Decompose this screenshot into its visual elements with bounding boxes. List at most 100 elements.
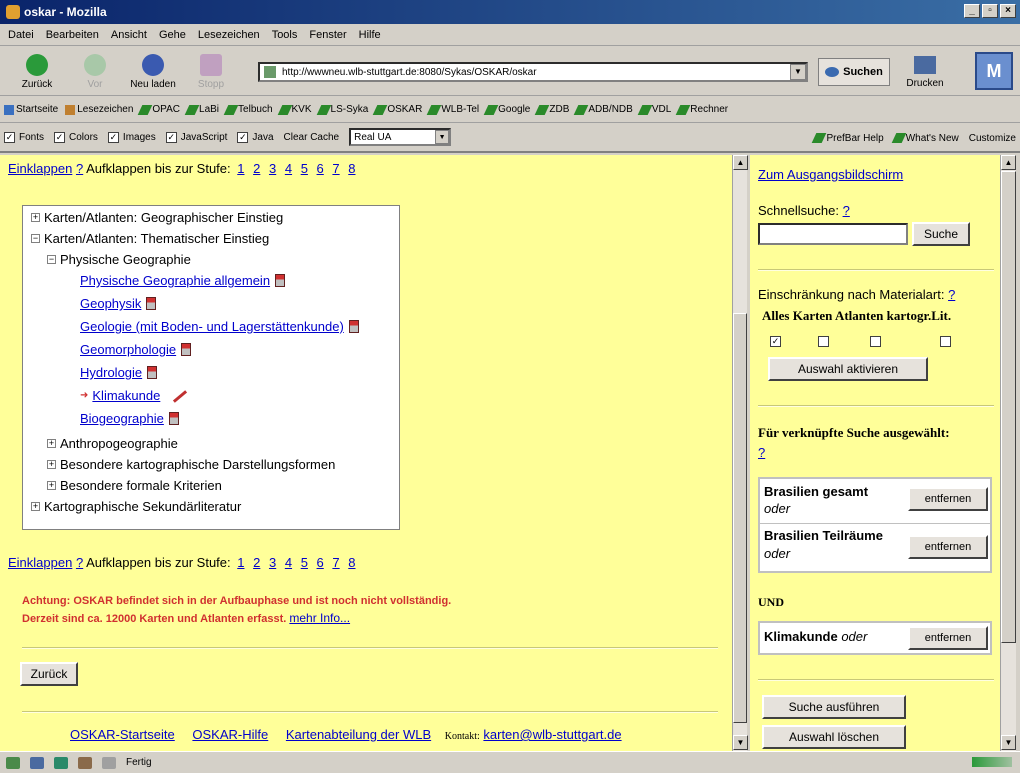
level-link[interactable]: 7 — [332, 555, 339, 570]
side-scrollbar[interactable]: ▲ ▼ — [1000, 155, 1016, 751]
reload-button[interactable]: Neu laden — [124, 48, 182, 94]
tree-leaf-link[interactable]: Hydrologie — [80, 365, 142, 380]
search-button[interactable]: Suchen — [818, 58, 890, 86]
menu-gehe[interactable]: Gehe — [159, 29, 186, 41]
level-link[interactable]: 5 — [301, 555, 308, 570]
customize-button[interactable]: Customize — [969, 133, 1016, 144]
bookmark-kvk[interactable]: KVK — [277, 104, 312, 115]
bookmark-labi[interactable]: LaBi — [184, 104, 219, 115]
book-icon[interactable] — [168, 412, 179, 425]
scroll-up-button[interactable]: ▲ — [733, 155, 748, 170]
run-search-button[interactable]: Suche ausführen — [762, 695, 906, 719]
help-link[interactable]: ? — [843, 203, 850, 218]
bookmark-oskar[interactable]: OSKAR — [372, 104, 422, 115]
expand-icon[interactable]: + — [47, 460, 56, 469]
book-icon[interactable] — [275, 274, 286, 287]
footer-dept-link[interactable]: Kartenabteilung der WLB — [286, 727, 431, 742]
colors-checkbox[interactable]: ✓ Colors — [54, 131, 98, 143]
tree-leaf-geophysik[interactable]: Geophysik — [80, 296, 157, 311]
tree-leaf-link[interactable]: Geomorphologie — [80, 342, 176, 357]
footer-help-link[interactable]: OSKAR-Hilfe — [192, 727, 268, 742]
scroll-down-button[interactable]: ▼ — [1001, 735, 1016, 750]
level-link[interactable]: 1 — [237, 555, 244, 570]
clear-selection-button[interactable]: Auswahl löschen — [762, 725, 906, 749]
level-link[interactable]: 4 — [285, 161, 292, 176]
javascript-checkbox[interactable]: ✓ JavaScript — [165, 131, 227, 143]
tree-node-geo[interactable]: + Karten/Atlanten: Geographischer Einstie… — [31, 210, 283, 225]
collapse-link[interactable]: Einklappen — [8, 555, 72, 570]
tree-node-formal[interactable]: + Besondere formale Kriterien — [47, 478, 222, 493]
tree-node-sekund[interactable]: + Kartographische Sekundärliteratur — [31, 499, 241, 514]
java-checkbox[interactable]: ✓ Java — [237, 131, 274, 143]
tree-leaf-link[interactable]: Physische Geographie allgemein — [80, 273, 270, 288]
menu-hilfe[interactable]: Hilfe — [359, 29, 381, 41]
back-button[interactable]: Zurück — [8, 48, 66, 94]
collapse-icon[interactable]: − — [31, 234, 40, 243]
irc-icon[interactable] — [102, 756, 116, 769]
book-icon[interactable] — [348, 320, 359, 333]
tree-leaf-link[interactable]: Geologie (mit Boden- und Lagerstättenkun… — [80, 319, 344, 334]
remove-term-button[interactable]: entfernen — [908, 487, 988, 511]
level-link[interactable]: 3 — [269, 161, 276, 176]
bookmark-ls-syka[interactable]: LS-Syka — [316, 104, 368, 115]
useragent-select[interactable]: Real UA ▼ — [349, 128, 452, 146]
bookmark-opac[interactable]: OPAC — [138, 104, 180, 115]
help-link[interactable]: ? — [76, 161, 83, 176]
expand-icon[interactable]: + — [47, 481, 56, 490]
print-button[interactable]: Drucken — [900, 52, 950, 92]
type-checkbox-atlanten[interactable] — [870, 336, 881, 347]
url-dropdown-button[interactable]: ▼ — [790, 64, 806, 80]
remove-term-button[interactable]: entfernen — [908, 626, 988, 650]
menu-tools[interactable]: Tools — [272, 29, 298, 41]
quick-search-button[interactable]: Suche — [912, 222, 970, 246]
navigator-icon[interactable] — [6, 756, 20, 769]
composer-icon[interactable] — [54, 756, 68, 769]
bookmark-rechner[interactable]: Rechner — [675, 104, 728, 115]
expand-icon[interactable]: + — [31, 502, 40, 511]
level-link[interactable]: 6 — [317, 161, 324, 176]
scroll-thumb[interactable] — [733, 313, 747, 723]
tree-leaf-link[interactable]: Biogeographie — [80, 411, 164, 426]
tree-leaf-hydro[interactable]: Hydrologie — [80, 365, 158, 380]
help-link[interactable]: ? — [948, 287, 955, 302]
level-link[interactable]: 6 — [317, 555, 324, 570]
remove-term-button[interactable]: entfernen — [908, 535, 988, 559]
level-link[interactable]: 1 — [237, 161, 244, 176]
main-scrollbar[interactable]: ▲ ▼ — [732, 155, 748, 751]
collapse-link[interactable]: Einklappen — [8, 161, 72, 176]
expand-icon[interactable]: + — [47, 439, 56, 448]
mail-icon[interactable] — [30, 756, 44, 769]
bookmark-telbuch[interactable]: Telbuch — [223, 104, 273, 115]
book-icon[interactable] — [147, 366, 158, 379]
expand-icon[interactable]: + — [31, 213, 40, 222]
images-checkbox[interactable]: ✓ Images — [107, 131, 156, 143]
menu-bearbeiten[interactable]: Bearbeiten — [46, 29, 99, 41]
back-page-button[interactable]: Zurück — [20, 662, 78, 686]
tree-leaf-klima-selected[interactable]: ➜ Klimakunde — [80, 388, 188, 403]
prefbar-help-link[interactable]: PrefBar Help — [812, 133, 884, 144]
level-link[interactable]: 2 — [253, 161, 260, 176]
type-checkbox-karten[interactable] — [818, 336, 829, 347]
level-link[interactable]: 3 — [269, 555, 276, 570]
help-link[interactable]: ? — [76, 555, 83, 570]
close-button[interactable]: × — [1000, 4, 1016, 18]
tree-leaf-link[interactable]: Geophysik — [80, 296, 141, 311]
bookmark-lesezeichen[interactable]: Lesezeichen — [65, 104, 133, 115]
level-link[interactable]: 4 — [285, 555, 292, 570]
bookmark-startseite[interactable]: Startseite — [4, 104, 58, 115]
tree-node-anthro[interactable]: + Anthropogeographie — [47, 436, 178, 451]
selected-pencil-icon[interactable] — [170, 389, 188, 402]
url-field[interactable]: http://wwwneu.wlb-stuttgart.de:8080/Syka… — [258, 62, 808, 82]
quick-search-input[interactable] — [758, 223, 908, 245]
forward-button[interactable]: Vor — [66, 48, 124, 94]
type-checkbox-alles[interactable]: ✓ — [770, 336, 781, 347]
throbber-logo[interactable]: M — [975, 52, 1013, 90]
tree-node-phys[interactable]: − Physische Geographie — [47, 252, 191, 267]
collapse-icon[interactable]: − — [47, 255, 56, 264]
activate-selection-button[interactable]: Auswahl aktivieren — [768, 357, 928, 381]
contact-email-link[interactable]: karten@wlb-stuttgart.de — [483, 727, 621, 742]
stop-button[interactable]: Stopp — [182, 48, 240, 94]
level-link[interactable]: 5 — [301, 161, 308, 176]
addressbook-icon[interactable] — [78, 756, 92, 769]
tree-leaf-allg[interactable]: Physische Geographie allgemein — [80, 273, 286, 288]
